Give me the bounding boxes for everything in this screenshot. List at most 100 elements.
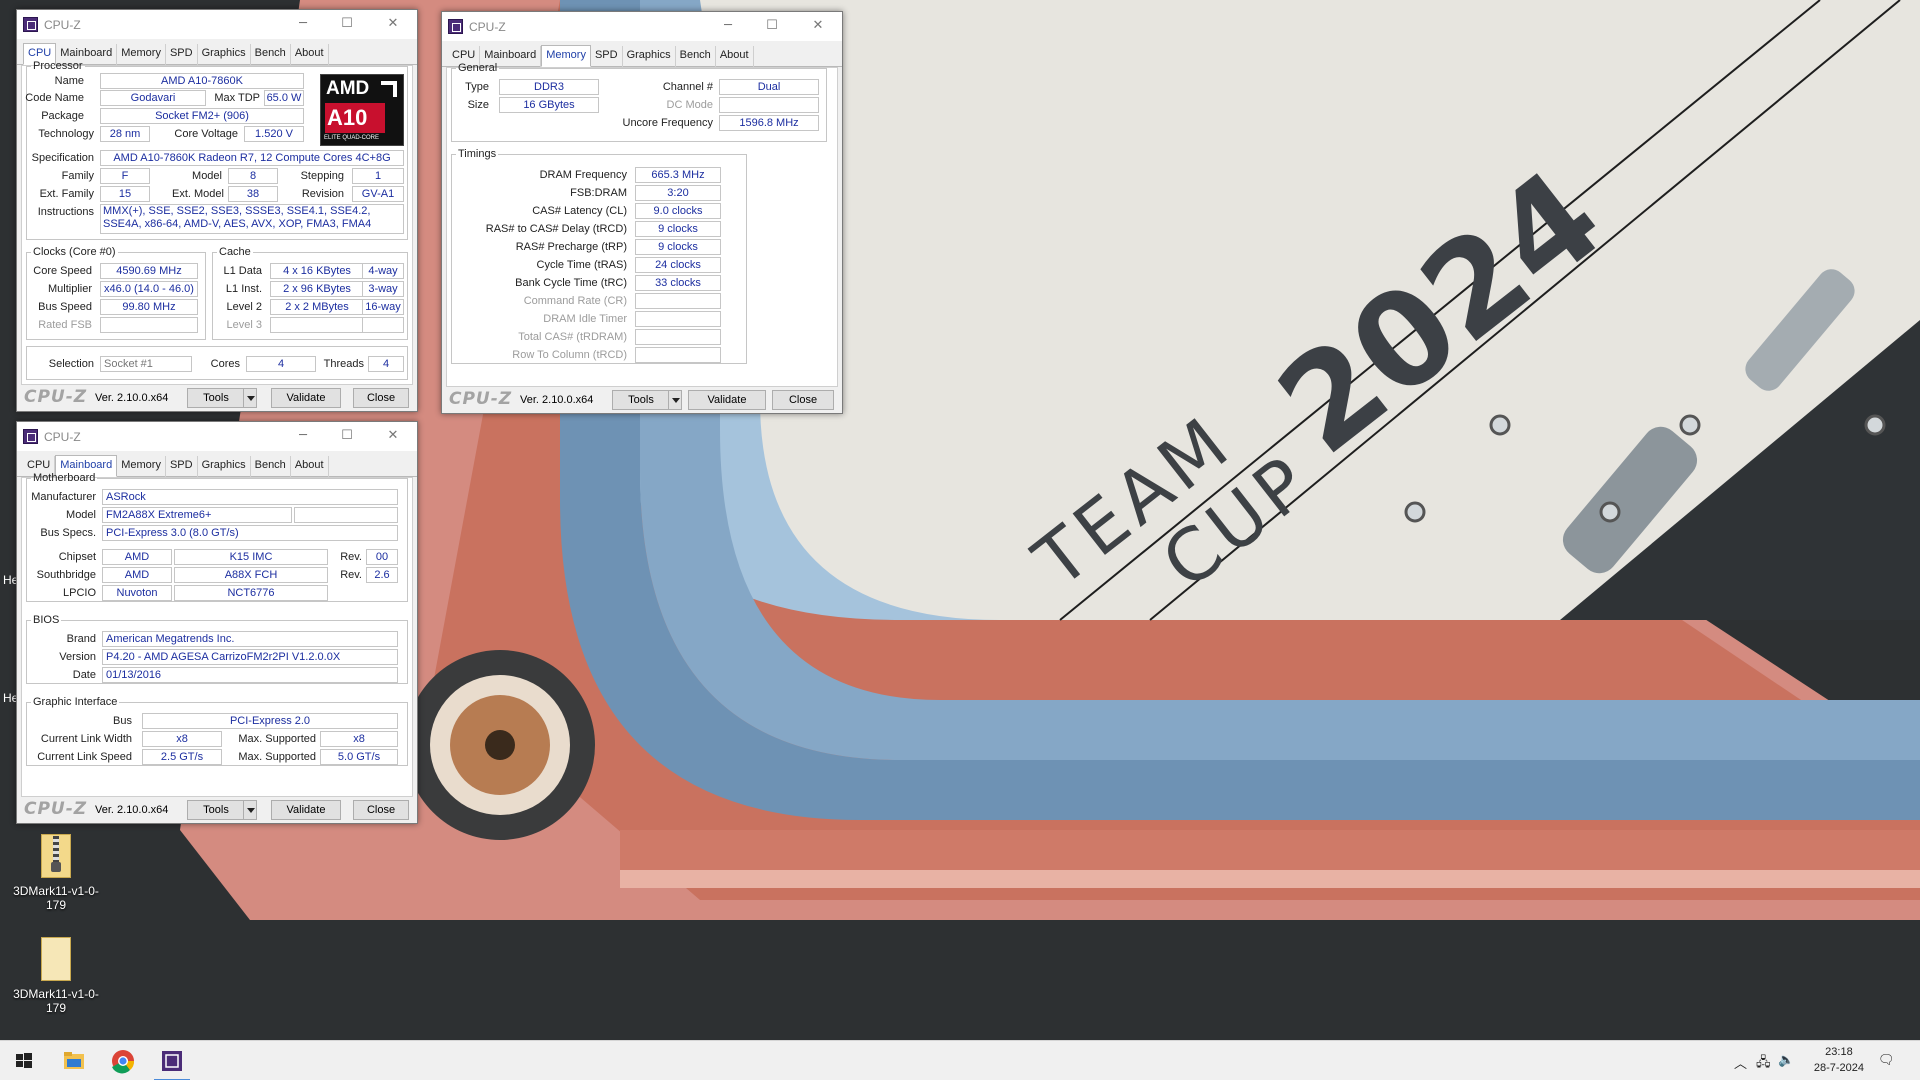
model-value: 8 bbox=[228, 168, 278, 184]
tools-dropdown-icon[interactable] bbox=[668, 390, 682, 410]
bottom-bar: CPU-Z Ver. 2.10.0.x64 Tools Validate Clo… bbox=[17, 797, 417, 823]
extmodel-label: Ext. Model bbox=[172, 188, 224, 200]
show-hidden-icons-icon[interactable]: ︿ bbox=[1734, 1053, 1747, 1072]
maxtdp-value: 65.0 W bbox=[264, 90, 304, 106]
model-revision-value bbox=[294, 507, 398, 523]
timing-label: Bank Cycle Time (tRC) bbox=[515, 277, 627, 289]
file-explorer-icon[interactable] bbox=[50, 1041, 98, 1080]
timing-label: DRAM Idle Timer bbox=[543, 313, 627, 325]
bios-date-value: 01/13/2016 bbox=[102, 667, 398, 683]
validate-button[interactable]: Validate bbox=[271, 800, 341, 820]
minimize-icon[interactable]: ─ bbox=[718, 16, 738, 36]
tools-dropdown-icon[interactable] bbox=[243, 800, 257, 820]
close-button[interactable]: Close bbox=[353, 388, 409, 408]
close-button[interactable]: Close bbox=[772, 390, 834, 410]
notifications-icon[interactable]: 🗨 bbox=[1878, 1053, 1895, 1068]
chipset-name: K15 IMC bbox=[174, 549, 328, 565]
l3-way bbox=[362, 317, 404, 333]
validate-button[interactable]: Validate bbox=[271, 388, 341, 408]
tools-button[interactable]: Tools bbox=[187, 800, 245, 820]
close-icon[interactable]: ✕ bbox=[383, 426, 403, 446]
extfamily-value: 15 bbox=[100, 186, 150, 202]
amd-a10-logo: AMD A10 ELITE QUAD-CORE bbox=[320, 74, 404, 146]
maxsup-speed-value: 5.0 GT/s bbox=[320, 749, 398, 765]
l1inst-way: 3-way bbox=[362, 281, 404, 297]
extfamily-label: Ext. Family bbox=[39, 188, 94, 200]
desktop-icon-3dmark-folder[interactable]: 3DMark11-v1-0-179 bbox=[6, 937, 106, 1015]
titlebar[interactable]: CPU-Z ─ ☐ ✕ bbox=[442, 12, 842, 41]
selection-label: Selection bbox=[48, 358, 94, 370]
zip-folder-icon bbox=[39, 834, 73, 878]
minimize-icon[interactable]: ─ bbox=[293, 426, 313, 446]
timing-label: RAS# Precharge (tRP) bbox=[515, 241, 627, 253]
package-value: Socket FM2+ (906) bbox=[100, 108, 304, 124]
windows-start-icon[interactable] bbox=[0, 1041, 48, 1080]
motherboard-legend: Motherboard bbox=[33, 472, 96, 484]
clw-value: x8 bbox=[142, 731, 222, 747]
titlebar[interactable]: CPU-Z ─ ☐ ✕ bbox=[17, 10, 417, 39]
channel-label: Channel # bbox=[662, 81, 713, 93]
maximize-icon[interactable]: ☐ bbox=[762, 16, 782, 36]
processor-legend: Processor bbox=[33, 60, 83, 72]
cpuz-logo: CPU-Z bbox=[449, 389, 513, 409]
timing-value: 3:20 bbox=[635, 185, 721, 201]
busspecs-label: Bus Specs. bbox=[40, 527, 96, 539]
chipset-rev-value: 00 bbox=[366, 549, 398, 565]
maximize-icon[interactable]: ☐ bbox=[337, 426, 357, 446]
close-button[interactable]: Close bbox=[353, 800, 409, 820]
maxsup-width-value: x8 bbox=[320, 731, 398, 747]
busspeed-label: Bus Speed bbox=[38, 301, 92, 313]
network-icon[interactable]: 🖧 bbox=[1756, 1053, 1771, 1075]
multiplier-label: Multiplier bbox=[47, 283, 92, 295]
package-label: Package bbox=[41, 110, 84, 122]
chrome-icon[interactable] bbox=[99, 1041, 147, 1080]
timing-value: 9 clocks bbox=[635, 239, 721, 255]
uncore-value: 1596.8 MHz bbox=[719, 115, 819, 131]
type-label: Type bbox=[465, 81, 489, 93]
threads-value: 4 bbox=[368, 356, 404, 372]
timing-label: DRAM Frequency bbox=[539, 169, 627, 181]
close-icon[interactable]: ✕ bbox=[808, 16, 828, 36]
type-value: DDR3 bbox=[499, 79, 599, 95]
l3-label: Level 3 bbox=[226, 319, 262, 331]
size-label: Size bbox=[467, 99, 489, 111]
cpuz-window-mainboard: CPU-Z ─ ☐ ✕ CPU Mainboard Memory SPD Gra… bbox=[16, 421, 418, 824]
maximize-icon[interactable]: ☐ bbox=[337, 14, 357, 34]
volume-muted-icon[interactable]: 🔈 bbox=[1778, 1053, 1794, 1068]
timing-value bbox=[635, 329, 721, 345]
ratedfsb-label: Rated FSB bbox=[38, 319, 92, 331]
chipset-rev-label: Rev. bbox=[340, 551, 362, 563]
busspecs-value: PCI-Express 3.0 (8.0 GT/s) bbox=[102, 525, 398, 541]
chipset-label: Chipset bbox=[58, 551, 96, 563]
family-value: F bbox=[100, 168, 150, 184]
tools-button[interactable]: Tools bbox=[612, 390, 670, 410]
close-icon[interactable]: ✕ bbox=[383, 14, 403, 34]
cls-label: Current Link Speed bbox=[37, 751, 132, 763]
bios-legend: BIOS bbox=[33, 614, 60, 626]
validate-button[interactable]: Validate bbox=[688, 390, 766, 410]
titlebar[interactable]: CPU-Z ─ ☐ ✕ bbox=[17, 422, 417, 451]
tools-dropdown-icon[interactable] bbox=[243, 388, 257, 408]
clock[interactable]: 23:18 28-7-2024 bbox=[1814, 1044, 1864, 1076]
timing-label: Row To Column (tRCD) bbox=[512, 349, 627, 361]
timing-label: CAS# Latency (CL) bbox=[532, 205, 627, 217]
spec-label: Specification bbox=[31, 152, 94, 164]
desktop-icon-3dmark-zip[interactable]: 3DMark11-v1-0-179 bbox=[6, 834, 106, 912]
cpuz-taskbar-icon[interactable] bbox=[148, 1041, 196, 1080]
l2-way: 16-way bbox=[362, 299, 404, 315]
clock-time: 23:18 bbox=[1825, 1046, 1853, 1058]
tab-panel: General Type DDR3 Size 16 GBytes Channel… bbox=[446, 62, 838, 387]
timing-value: 24 clocks bbox=[635, 257, 721, 273]
name-value: AMD A10-7860K bbox=[100, 73, 304, 89]
l1inst-value: 2 x 96 KBytes bbox=[270, 281, 364, 297]
busspeed-value: 99.80 MHz bbox=[100, 299, 198, 315]
model-label: Model bbox=[66, 509, 96, 521]
tools-button[interactable]: Tools bbox=[187, 388, 245, 408]
timing-value: 665.3 MHz bbox=[635, 167, 721, 183]
multiplier-value: x46.0 (14.0 - 46.0) bbox=[100, 281, 198, 297]
minimize-icon[interactable]: ─ bbox=[293, 14, 313, 34]
selection-dropdown[interactable]: Socket #1 bbox=[100, 356, 192, 372]
timing-value: 9 clocks bbox=[635, 221, 721, 237]
extmodel-value: 38 bbox=[228, 186, 278, 202]
desktop-icon-label: 3DMark11-v1-0-179 bbox=[13, 884, 99, 912]
